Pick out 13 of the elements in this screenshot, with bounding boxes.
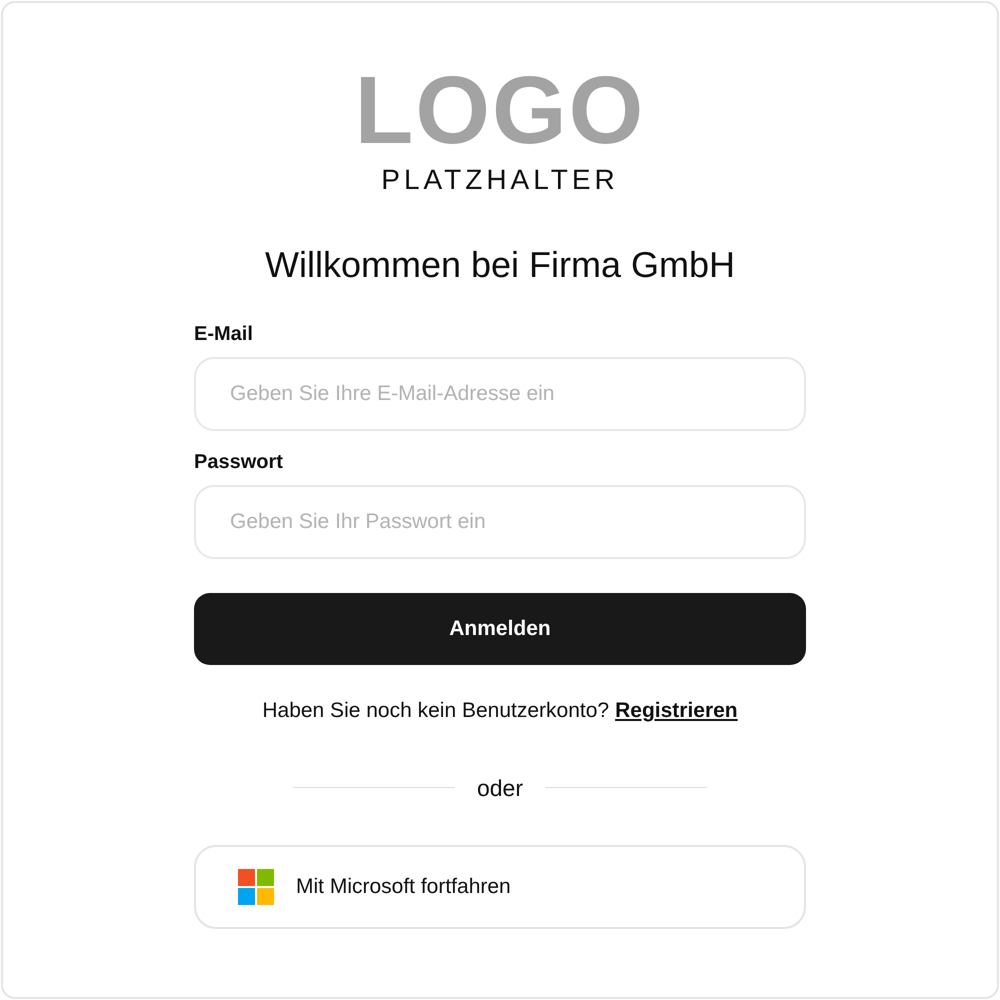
field-label: Passwort [194, 450, 283, 475]
register-prompt: Haben Sie noch kein Benutzerkonto? [262, 698, 610, 724]
page-title: Willkommen bei Firma GmbH [264, 243, 736, 287]
register-link[interactable]: Registrieren [615, 695, 738, 726]
microsoft-login-button[interactable]: Mit Microsoft fortfahren [194, 845, 806, 929]
divider-label: oder [476, 774, 524, 802]
input-field[interactable]: Geben Sie Ihre E-Mail-Adresse ein [194, 357, 806, 431]
field-label: E-Mail [194, 322, 253, 347]
logo-text: LOGO [354, 63, 646, 159]
login-button[interactable]: Anmelden [194, 593, 806, 665]
input-field[interactable]: Geben Sie Ihr Passwort ein [194, 485, 806, 559]
logo-subtitle: PLATZHALTER [381, 165, 619, 195]
windows-grid-icon [238, 869, 274, 905]
